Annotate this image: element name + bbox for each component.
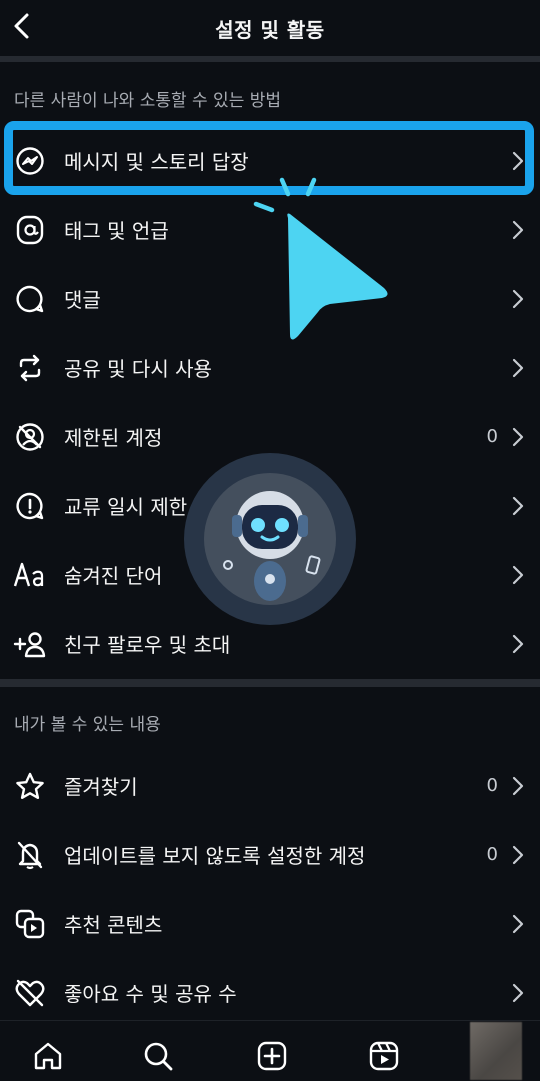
chevron-right-icon bbox=[508, 981, 528, 1005]
row-favorites[interactable]: 즐겨찾기 0 bbox=[0, 751, 540, 820]
suggested-content-icon bbox=[12, 906, 48, 942]
top-bar: 설정 및 활동 bbox=[0, 0, 540, 56]
heart-off-icon bbox=[12, 975, 48, 1011]
page-title: 설정 및 활동 bbox=[215, 17, 325, 42]
row-label: 친구 팔로우 및 초대 bbox=[64, 633, 231, 657]
reels-icon[interactable] bbox=[366, 1038, 402, 1074]
repost-icon bbox=[12, 350, 48, 386]
row-count: 0 bbox=[486, 844, 498, 865]
chevron-right-icon bbox=[508, 287, 528, 311]
row-suggested-content[interactable]: 추천 콘텐츠 bbox=[0, 889, 540, 958]
restricted-icon bbox=[12, 419, 48, 455]
row-label: 공유 및 다시 사용 bbox=[64, 357, 212, 381]
chevron-right-icon bbox=[508, 912, 528, 936]
header-divider bbox=[0, 56, 540, 62]
chevron-right-icon bbox=[508, 632, 528, 656]
muted-bell-icon bbox=[12, 837, 48, 873]
row-like-share-counts[interactable]: 좋아요 수 및 공유 수 bbox=[0, 958, 540, 1027]
row-label: 즐겨찾기 bbox=[64, 775, 138, 799]
chevron-right-icon bbox=[508, 843, 528, 867]
chevron-right-icon bbox=[508, 356, 528, 380]
add-person-icon bbox=[12, 626, 48, 662]
section-divider bbox=[0, 679, 540, 687]
text-aa-icon bbox=[12, 557, 48, 593]
row-label: 추천 콘텐츠 bbox=[64, 913, 163, 937]
row-label: 좋아요 수 및 공유 수 bbox=[64, 982, 237, 1006]
home-icon[interactable] bbox=[30, 1038, 66, 1074]
alert-bubble-icon bbox=[12, 488, 48, 524]
chevron-right-icon bbox=[508, 494, 528, 518]
search-icon[interactable] bbox=[140, 1038, 176, 1074]
comment-icon bbox=[12, 281, 48, 317]
row-label: 제한된 계정 bbox=[64, 426, 163, 450]
section-title-what-you-see: 내가 볼 수 있는 내용 bbox=[14, 715, 161, 735]
pointer-cursor-icon bbox=[250, 174, 400, 344]
back-button[interactable] bbox=[4, 8, 40, 44]
star-icon bbox=[12, 768, 48, 804]
row-label: 업데이트를 보지 않도록 설정한 계정 bbox=[64, 844, 366, 868]
chevron-right-icon bbox=[508, 563, 528, 587]
row-count: 0 bbox=[486, 426, 498, 447]
row-muted-accounts[interactable]: 업데이트를 보지 않도록 설정한 계정 0 bbox=[0, 820, 540, 889]
chevron-left-icon bbox=[14, 13, 29, 39]
section-title-interactions: 다른 사람이 나와 소통할 수 있는 방법 bbox=[14, 91, 282, 111]
chevron-right-icon bbox=[508, 425, 528, 449]
at-icon bbox=[12, 212, 48, 248]
chevron-right-icon bbox=[508, 218, 528, 242]
chevron-right-icon bbox=[508, 774, 528, 798]
create-icon[interactable] bbox=[254, 1038, 290, 1074]
row-count: 0 bbox=[486, 775, 498, 796]
profile-avatar[interactable] bbox=[470, 1022, 522, 1080]
robot-mascot-icon bbox=[184, 453, 356, 625]
